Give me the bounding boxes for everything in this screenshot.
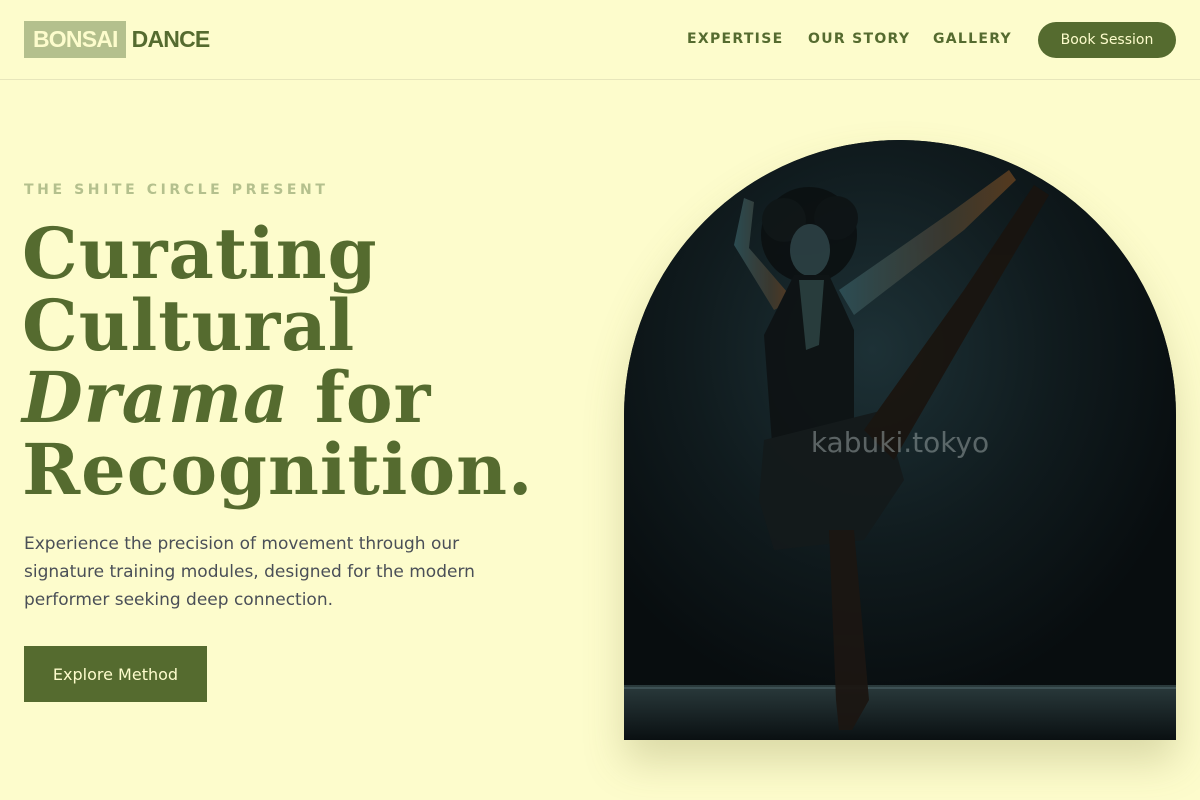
headline-italic-word: Drama [22, 356, 290, 439]
logo-box-text: BONSAI [24, 21, 126, 58]
nav-link-our-story[interactable]: OUR STORY [808, 31, 910, 47]
hero-image-arch: kabuki.tokyo [624, 140, 1176, 740]
site-header: BONSAI DANCE EXPERTISE OUR STORY GALLERY… [0, 0, 1200, 80]
headline-line-2: Cultural [22, 284, 356, 367]
image-watermark: kabuki.tokyo [810, 426, 990, 459]
book-session-button[interactable]: Book Session [1038, 22, 1176, 58]
explore-method-button[interactable]: Explore Method [24, 646, 207, 702]
logo-word-text: DANCE [131, 26, 211, 52]
hero-eyebrow: THE SHITE CIRCLE PRESENT [24, 182, 329, 198]
nav-link-expertise[interactable]: EXPERTISE [687, 31, 783, 47]
brand-logo[interactable]: BONSAI DANCE [24, 21, 211, 58]
nav-link-gallery[interactable]: GALLERY [933, 31, 1012, 47]
hero-headline: Curating Cultural Drama for Recognition. [22, 218, 542, 506]
headline-line-3: Drama for [22, 362, 542, 434]
headline-line-4: Recognition. [22, 428, 534, 511]
hero-description: Experience the precision of movement thr… [24, 534, 475, 610]
headline-line-3-rest: for [289, 356, 432, 439]
headline-line-1: Curating [22, 212, 378, 295]
